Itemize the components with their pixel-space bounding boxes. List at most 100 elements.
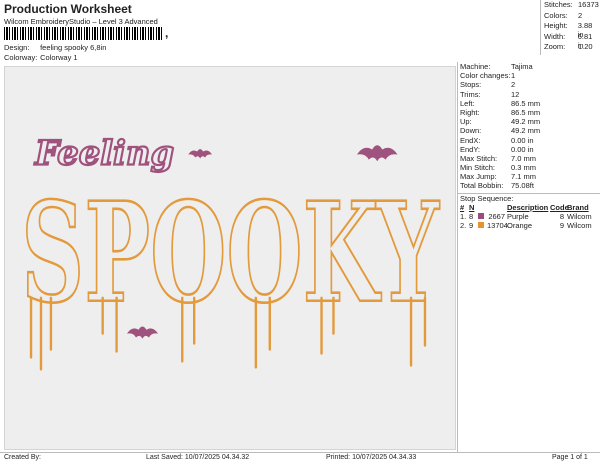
colorway-value: Colorway 1 — [40, 53, 78, 62]
machine-label: Color changes: — [460, 71, 511, 81]
stop-needle: 8 — [469, 211, 474, 221]
summary-row: Stitches: 16373 — [541, 0, 600, 11]
summary-row: Zoom: 1.20 — [541, 42, 600, 53]
col-brand: Brand — [567, 202, 589, 212]
machine-info-panel: Machine: Tajima Color changes: 1 Stops: 2 T… — [457, 62, 600, 452]
machine-row: Min Stitch: 0.3 mm — [458, 163, 600, 172]
machine-row: EndY: 0.00 in — [458, 145, 600, 154]
machine-label: Up: — [460, 117, 472, 127]
machine-value: 49.2 mm — [511, 117, 541, 127]
software-name: Wilcom EmbroideryStudio – Level 3 Advanc… — [4, 17, 158, 26]
bat-icon — [188, 149, 213, 159]
machine-label: EndY: — [460, 144, 481, 154]
barcode — [4, 27, 164, 40]
barcode-suffix: , — [165, 26, 169, 40]
machine-label: Machine: — [460, 62, 491, 71]
machine-value: 7.1 mm — [511, 172, 537, 182]
stop-number: 2. — [460, 220, 467, 230]
stop-number: 1. — [460, 211, 467, 221]
summary-box: Stitches: 16373 Colors: 2 Height: 3.88 in W… — [540, 0, 600, 55]
summary-row: Width: 6.81 in — [541, 31, 600, 50]
machine-row: Color changes: 1 — [458, 71, 600, 80]
stop-code: 9 — [559, 220, 564, 230]
machine-value: 2 — [511, 80, 516, 90]
machine-label: EndX: — [460, 135, 481, 145]
design-label: Design: — [4, 43, 30, 52]
stop-stitches: 13704 — [487, 220, 508, 230]
stop-code: 8 — [559, 211, 564, 221]
machine-value: 49.2 mm — [511, 126, 541, 136]
color-swatch — [478, 221, 487, 230]
stop-sequence-header: # N Description Code Brand — [458, 203, 600, 212]
machine-row: Down: 49.2 mm — [458, 126, 600, 135]
machine-row: Machine: Tajima — [458, 62, 600, 71]
col-stitches — [487, 203, 507, 212]
col-number: # — [460, 202, 465, 212]
stop-stitches: 2667 — [488, 211, 505, 221]
summary-row: Height: 3.88 in — [541, 21, 600, 39]
design-value: feeling spooky 6,8in — [40, 43, 107, 52]
machine-value: 75.08ft — [511, 181, 534, 191]
embroidery-design: Feeling SPOOKY — [20, 131, 441, 371]
summary-row: Colors: 2 — [541, 11, 600, 22]
col-code: Code — [550, 202, 569, 212]
bat-icon — [356, 145, 398, 162]
footer: Created By: Last Saved: 10/07/2025 04.34… — [0, 452, 600, 464]
colorway-row: Colorway: Colorway 1 — [4, 53, 78, 62]
summary-label: Width: — [544, 31, 566, 41]
design-block-word: SPOOKY — [21, 173, 440, 334]
stop-description: Orange — [507, 220, 533, 230]
stop-description: Purple — [507, 211, 529, 221]
machine-row: EndX: 0.00 in — [458, 136, 600, 145]
last-saved: Last Saved: 10/07/2025 04.34.32 — [146, 454, 250, 461]
machine-label: Min Stitch: — [460, 163, 496, 173]
machine-value: Tajima — [511, 62, 533, 71]
created-by: Created By: — [4, 454, 41, 461]
machine-label: Left: — [460, 98, 475, 108]
design-preview[interactable]: Feeling SPOOKY — [4, 66, 456, 450]
col-swatch — [478, 203, 487, 212]
machine-value: 1 — [511, 71, 516, 81]
machine-value: 0.3 mm — [511, 163, 537, 173]
machine-value: 86.5 mm — [511, 98, 541, 108]
colorway-label: Colorway: — [4, 53, 38, 62]
machine-value: 0.00 in — [511, 135, 534, 145]
design-script-word: Feeling — [34, 132, 174, 172]
summary-label: Zoom: — [544, 42, 566, 51]
machine-label: Down: — [460, 126, 482, 136]
stop-sequence-title: Stop Sequence: — [458, 192, 600, 203]
summary-value: 2 — [578, 10, 583, 20]
col-needle: N — [469, 202, 475, 212]
col-description: Description — [507, 202, 549, 212]
summary-value: 1.20 — [578, 42, 593, 51]
summary-value: 16373 — [578, 0, 599, 9]
machine-row: Up: 49.2 mm — [458, 117, 600, 126]
machine-value: 7.0 mm — [511, 153, 537, 163]
summary-value: 6.81 in — [577, 31, 593, 50]
machine-row: Total Bobbin: 75.08ft — [458, 181, 600, 190]
summary-value: 3.88 in — [577, 21, 593, 39]
stop-brand: Wilcom — [567, 220, 592, 230]
machine-label: Trims: — [460, 89, 481, 99]
stop-needle: 9 — [469, 220, 474, 230]
worksheet-title: Production Worksheet — [4, 2, 132, 16]
machine-label: Total Bobbin: — [460, 181, 504, 191]
summary-label: Stitches: — [544, 0, 573, 9]
machine-label: Max Jump: — [460, 172, 497, 182]
summary-label: Height: — [544, 21, 568, 30]
machine-label: Max Stitch: — [460, 153, 498, 163]
machine-row: Max Jump: 7.1 mm — [458, 172, 600, 181]
machine-row: Right: 86.5 mm — [458, 108, 600, 117]
machine-value: 12 — [511, 89, 520, 99]
machine-label: Right: — [460, 107, 480, 117]
printed-date: Printed: 10/07/2025 04.34.33 — [326, 454, 417, 461]
stop-row: 1. 8 2667 Purple 8 Wilcom — [458, 212, 600, 221]
summary-label: Colors: — [544, 10, 568, 20]
machine-row: Max Stitch: 7.0 mm — [458, 154, 600, 163]
machine-row: Trims: 12 — [458, 90, 600, 99]
machine-label: Stops: — [460, 80, 482, 90]
stop-brand: Wilcom — [567, 211, 592, 221]
machine-row: Stops: 2 — [458, 80, 600, 89]
design-name-row: Design: feeling spooky 6,8in — [4, 43, 106, 52]
page-number: Page 1 of 1 — [552, 454, 588, 461]
